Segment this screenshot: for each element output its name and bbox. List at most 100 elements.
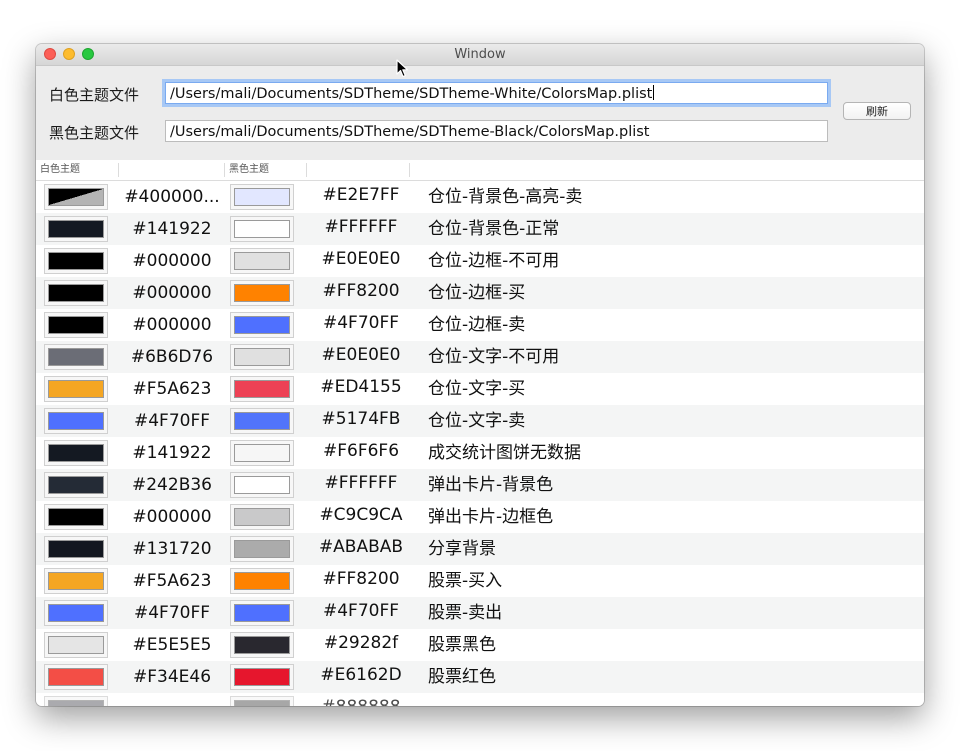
white-theme-label: 白色主题文件 [49, 86, 140, 104]
black-color-well[interactable] [230, 408, 294, 434]
black-color-well[interactable] [230, 344, 294, 370]
table-row[interactable]: #888888 [36, 693, 924, 706]
color-description: 仓位-文字-买 [428, 379, 526, 399]
black-color-well[interactable] [230, 600, 294, 626]
black-hex-value: #29282f [323, 633, 399, 653]
black-theme-path-field[interactable]: /Users/mali/Documents/SDTheme/SDTheme-Bl… [165, 120, 828, 142]
white-color-well[interactable] [44, 472, 108, 498]
white-color-well[interactable] [44, 664, 108, 690]
table-row[interactable]: #000000 #4F70FF 仓位-边框-卖 [36, 309, 924, 341]
table-row[interactable]: #242B36 #FFFFFF 弹出卡片-背景色 [36, 469, 924, 501]
black-hex-value: #F6F6F6 [322, 441, 400, 461]
color-description: 股票黑色 [428, 635, 496, 655]
white-hex-value: #400000... [124, 187, 220, 207]
table-row[interactable]: #4F70FF #5174FB 仓位-文字-卖 [36, 405, 924, 437]
mouse-pointer-icon [396, 59, 409, 78]
color-description: 仓位-边框-卖 [428, 315, 526, 335]
table-row[interactable]: #131720 #ABABAB 分享背景 [36, 533, 924, 565]
table-row[interactable]: #141922 #F6F6F6 成交统计图饼无数据 [36, 437, 924, 469]
column-header-black-theme[interactable]: 黑色主题 [225, 160, 306, 180]
table-row[interactable]: #E5E5E5 #29282f 股票黑色 [36, 629, 924, 661]
white-color-well[interactable] [44, 184, 108, 210]
black-hex-value: #ABABAB [318, 537, 404, 557]
white-color-well[interactable] [44, 344, 108, 370]
black-color-well[interactable] [230, 248, 294, 274]
column-header-white-hex[interactable] [119, 160, 224, 180]
table-row[interactable]: #4F70FF #4F70FF 股票-卖出 [36, 597, 924, 629]
black-color-well[interactable] [230, 376, 294, 402]
white-color-well[interactable] [44, 536, 108, 562]
white-color-swatch [48, 540, 104, 558]
table-row[interactable]: #000000 #E0E0E0 仓位-边框-不可用 [36, 245, 924, 277]
white-color-well[interactable] [44, 280, 108, 306]
white-theme-path-field[interactable]: /Users/mali/Documents/SDTheme/SDTheme-Wh… [165, 82, 828, 104]
white-color-swatch [48, 220, 104, 238]
black-hex-value: #E0E0E0 [321, 249, 401, 269]
white-color-well[interactable] [44, 632, 108, 658]
column-header-white-theme[interactable]: 白色主题 [36, 160, 118, 180]
color-table[interactable]: #400000... #E2E7FF 仓位-背景色-高亮-卖 #141922 #FFFF… [36, 181, 924, 706]
table-row[interactable]: #F34E46 #E6162D 股票红色 [36, 661, 924, 693]
white-color-well[interactable] [44, 600, 108, 626]
refresh-button[interactable]: 刷新 [843, 102, 911, 120]
color-description: 仓位-文字-卖 [428, 411, 526, 431]
table-row[interactable]: #F5A623 #ED4155 仓位-文字-买 [36, 373, 924, 405]
table-row[interactable]: #141922 #FFFFFF 仓位-背景色-正常 [36, 213, 924, 245]
black-color-swatch [234, 284, 290, 302]
white-color-swatch [48, 284, 104, 302]
black-color-well[interactable] [230, 568, 294, 594]
black-color-well[interactable] [230, 696, 294, 706]
black-color-well[interactable] [230, 664, 294, 690]
black-color-well[interactable] [230, 632, 294, 658]
white-hex-value: #131720 [132, 539, 212, 559]
black-color-well[interactable] [230, 216, 294, 242]
black-color-swatch [234, 316, 290, 334]
table-row[interactable]: #000000 #FF8200 仓位-边框-买 [36, 277, 924, 309]
black-hex-value: #FF8200 [322, 569, 400, 589]
color-description: 股票红色 [428, 667, 496, 687]
color-description: 仓位-边框-买 [428, 283, 526, 303]
white-hex-value: #141922 [132, 443, 212, 463]
white-color-well[interactable] [44, 248, 108, 274]
white-color-well[interactable] [44, 440, 108, 466]
black-color-well[interactable] [230, 504, 294, 530]
black-color-well[interactable] [230, 184, 294, 210]
table-row[interactable]: #F5A623 #FF8200 股票-买入 [36, 565, 924, 597]
black-hex-value: #5174FB [321, 409, 401, 429]
white-color-well[interactable] [44, 376, 108, 402]
black-color-well[interactable] [230, 440, 294, 466]
table-row[interactable]: #000000 #C9C9CA 弹出卡片-边框色 [36, 501, 924, 533]
black-color-well[interactable] [230, 312, 294, 338]
title-bar[interactable]: Window [36, 44, 924, 66]
table-row[interactable]: #400000... #E2E7FF 仓位-背景色-高亮-卖 [36, 181, 924, 213]
color-description: 成交统计图饼无数据 [428, 443, 581, 463]
white-hex-value: #F5A623 [132, 379, 212, 399]
color-description: 弹出卡片-背景色 [428, 475, 554, 495]
white-hex-value: #E5E5E5 [132, 635, 212, 655]
white-hex-value: #000000 [132, 507, 212, 527]
column-header-black-hex[interactable] [307, 160, 409, 180]
black-color-well[interactable] [230, 536, 294, 562]
color-description: 仓位-边框-不可用 [428, 251, 560, 271]
white-hex-value: #141922 [132, 219, 212, 239]
table-row[interactable]: #6B6D76 #E0E0E0 仓位-文字-不可用 [36, 341, 924, 373]
white-color-well[interactable] [44, 312, 108, 338]
black-color-well[interactable] [230, 472, 294, 498]
white-hex-value: #6B6D76 [130, 347, 214, 367]
black-hex-value: #FFFFFF [324, 217, 398, 237]
white-color-well[interactable] [44, 408, 108, 434]
color-description: 仓位-文字-不可用 [428, 347, 560, 367]
black-color-swatch [234, 476, 290, 494]
white-color-well[interactable] [44, 504, 108, 530]
black-theme-label: 黑色主题文件 [49, 124, 140, 142]
white-color-swatch [48, 572, 104, 590]
column-header-description[interactable] [410, 160, 924, 180]
white-color-well[interactable] [44, 696, 108, 706]
white-color-swatch [48, 380, 104, 398]
black-hex-value: #888888 [306, 693, 416, 706]
white-color-well[interactable] [44, 216, 108, 242]
black-hex-value: #E6162D [320, 665, 402, 685]
black-color-well[interactable] [230, 280, 294, 306]
white-color-well[interactable] [44, 568, 108, 594]
color-description: 股票-卖出 [428, 603, 503, 623]
